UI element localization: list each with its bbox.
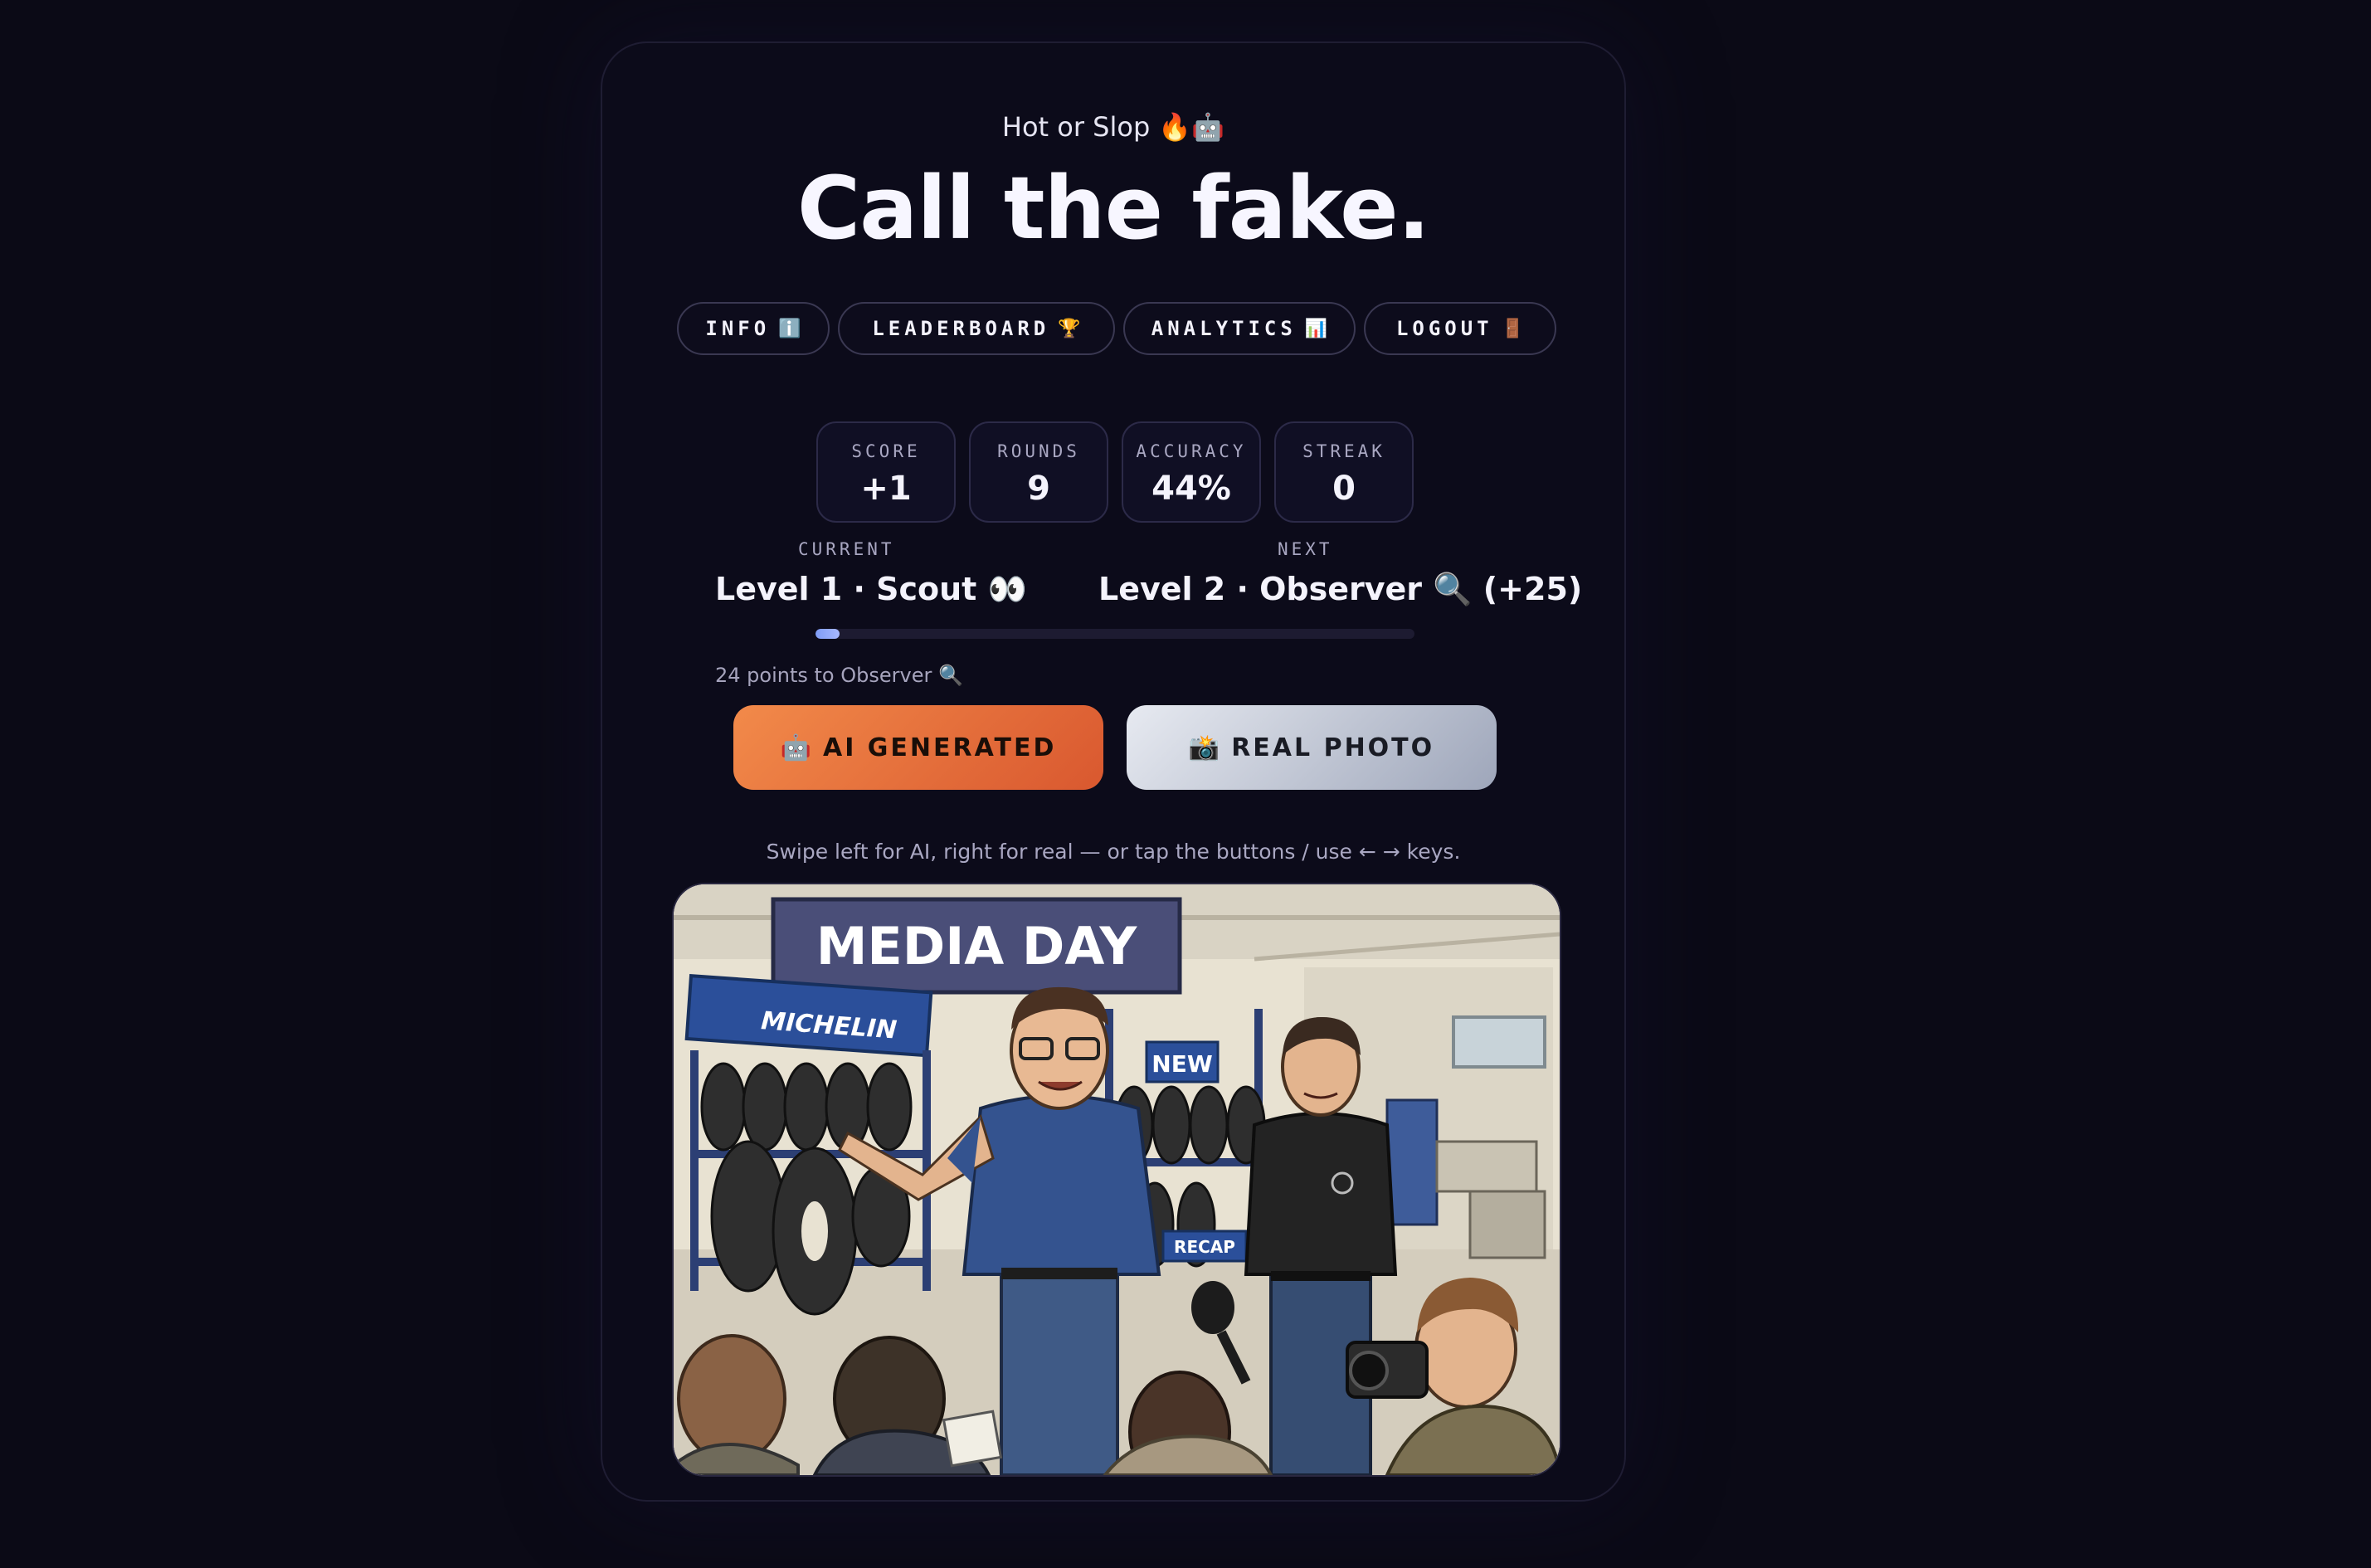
next-level-caption: NEXT — [1278, 539, 1333, 559]
fire-robot-icons: 🔥🤖 — [1158, 111, 1225, 143]
stat-accuracy-label: ACCURACY — [1136, 441, 1247, 461]
bar-chart-icon: 📊 — [1304, 318, 1328, 339]
app-name: Hot or Slop — [1001, 111, 1151, 143]
leaderboard-button-label: LEADERBOARD — [872, 317, 1050, 340]
ai-generated-label: AI GENERATED — [822, 733, 1057, 762]
stat-rounds: ROUNDS 9 — [969, 421, 1108, 523]
ai-generated-button[interactable]: 🤖 AI GENERATED — [733, 705, 1103, 790]
stat-score: SCORE +1 — [816, 421, 956, 523]
info-icon: ℹ️ — [778, 318, 801, 339]
stat-rounds-label: ROUNDS — [997, 441, 1080, 461]
logout-button[interactable]: LOGOUT 🚪 — [1364, 302, 1556, 355]
challenge-image-illustration: MEDIA DAY MICHELIN NEW RECAP — [674, 884, 1560, 1475]
new-sign-text: NEW — [1151, 1050, 1213, 1078]
real-photo-button[interactable]: 📸 REAL PHOTO — [1127, 705, 1497, 790]
robot-icon: 🤖 — [780, 733, 811, 762]
info-button[interactable]: INFO ℹ️ — [677, 302, 830, 355]
stat-accuracy-value: 44% — [1151, 470, 1231, 508]
next-level-name: Level 2 · Observer 🔍 (+25) — [1098, 571, 1583, 607]
swipe-instructions: Swipe left for AI, right for real — or t… — [766, 840, 1461, 864]
challenge-image[interactable]: MEDIA DAY MICHELIN NEW RECAP — [672, 883, 1561, 1477]
stat-streak-label: STREAK — [1302, 441, 1385, 461]
stat-rounds-value: 9 — [1027, 470, 1050, 508]
stat-accuracy: ACCURACY 44% — [1122, 421, 1261, 523]
current-level-caption: CURRENT — [798, 539, 895, 559]
stat-score-value: +1 — [860, 470, 912, 508]
stat-streak-value: 0 — [1332, 470, 1356, 508]
leaderboard-button[interactable]: LEADERBOARD 🏆 — [838, 302, 1115, 355]
analytics-button-label: ANALYTICS — [1151, 317, 1297, 340]
media-day-banner: MEDIA DAY — [771, 897, 1182, 995]
analytics-button[interactable]: ANALYTICS 📊 — [1123, 302, 1356, 355]
real-photo-label: REAL PHOTO — [1231, 733, 1435, 762]
current-level-name: Level 1 · Scout 👀 — [715, 571, 1027, 607]
app-eyebrow: Hot or Slop 🔥🤖 — [602, 111, 1624, 143]
points-to-next-level: 24 points to Observer 🔍 — [715, 664, 963, 687]
level-progress-bar — [815, 629, 1414, 639]
page-title: Call the fake. — [796, 158, 1430, 259]
level-progress-fill — [815, 629, 840, 639]
game-card: Hot or Slop 🔥🤖 Call the fake. INFO ℹ️ LE… — [601, 41, 1626, 1502]
recap-label-text: RECAP — [1174, 1237, 1235, 1257]
door-icon: 🚪 — [1501, 318, 1525, 339]
stat-streak: STREAK 0 — [1274, 421, 1414, 523]
trophy-icon: 🏆 — [1058, 318, 1081, 339]
camera-icon: 📸 — [1188, 733, 1220, 762]
logout-button-label: LOGOUT — [1395, 317, 1493, 340]
banner-text: MEDIA DAY — [816, 916, 1138, 976]
stat-score-label: SCORE — [851, 441, 921, 461]
info-button-label: INFO — [705, 317, 771, 340]
